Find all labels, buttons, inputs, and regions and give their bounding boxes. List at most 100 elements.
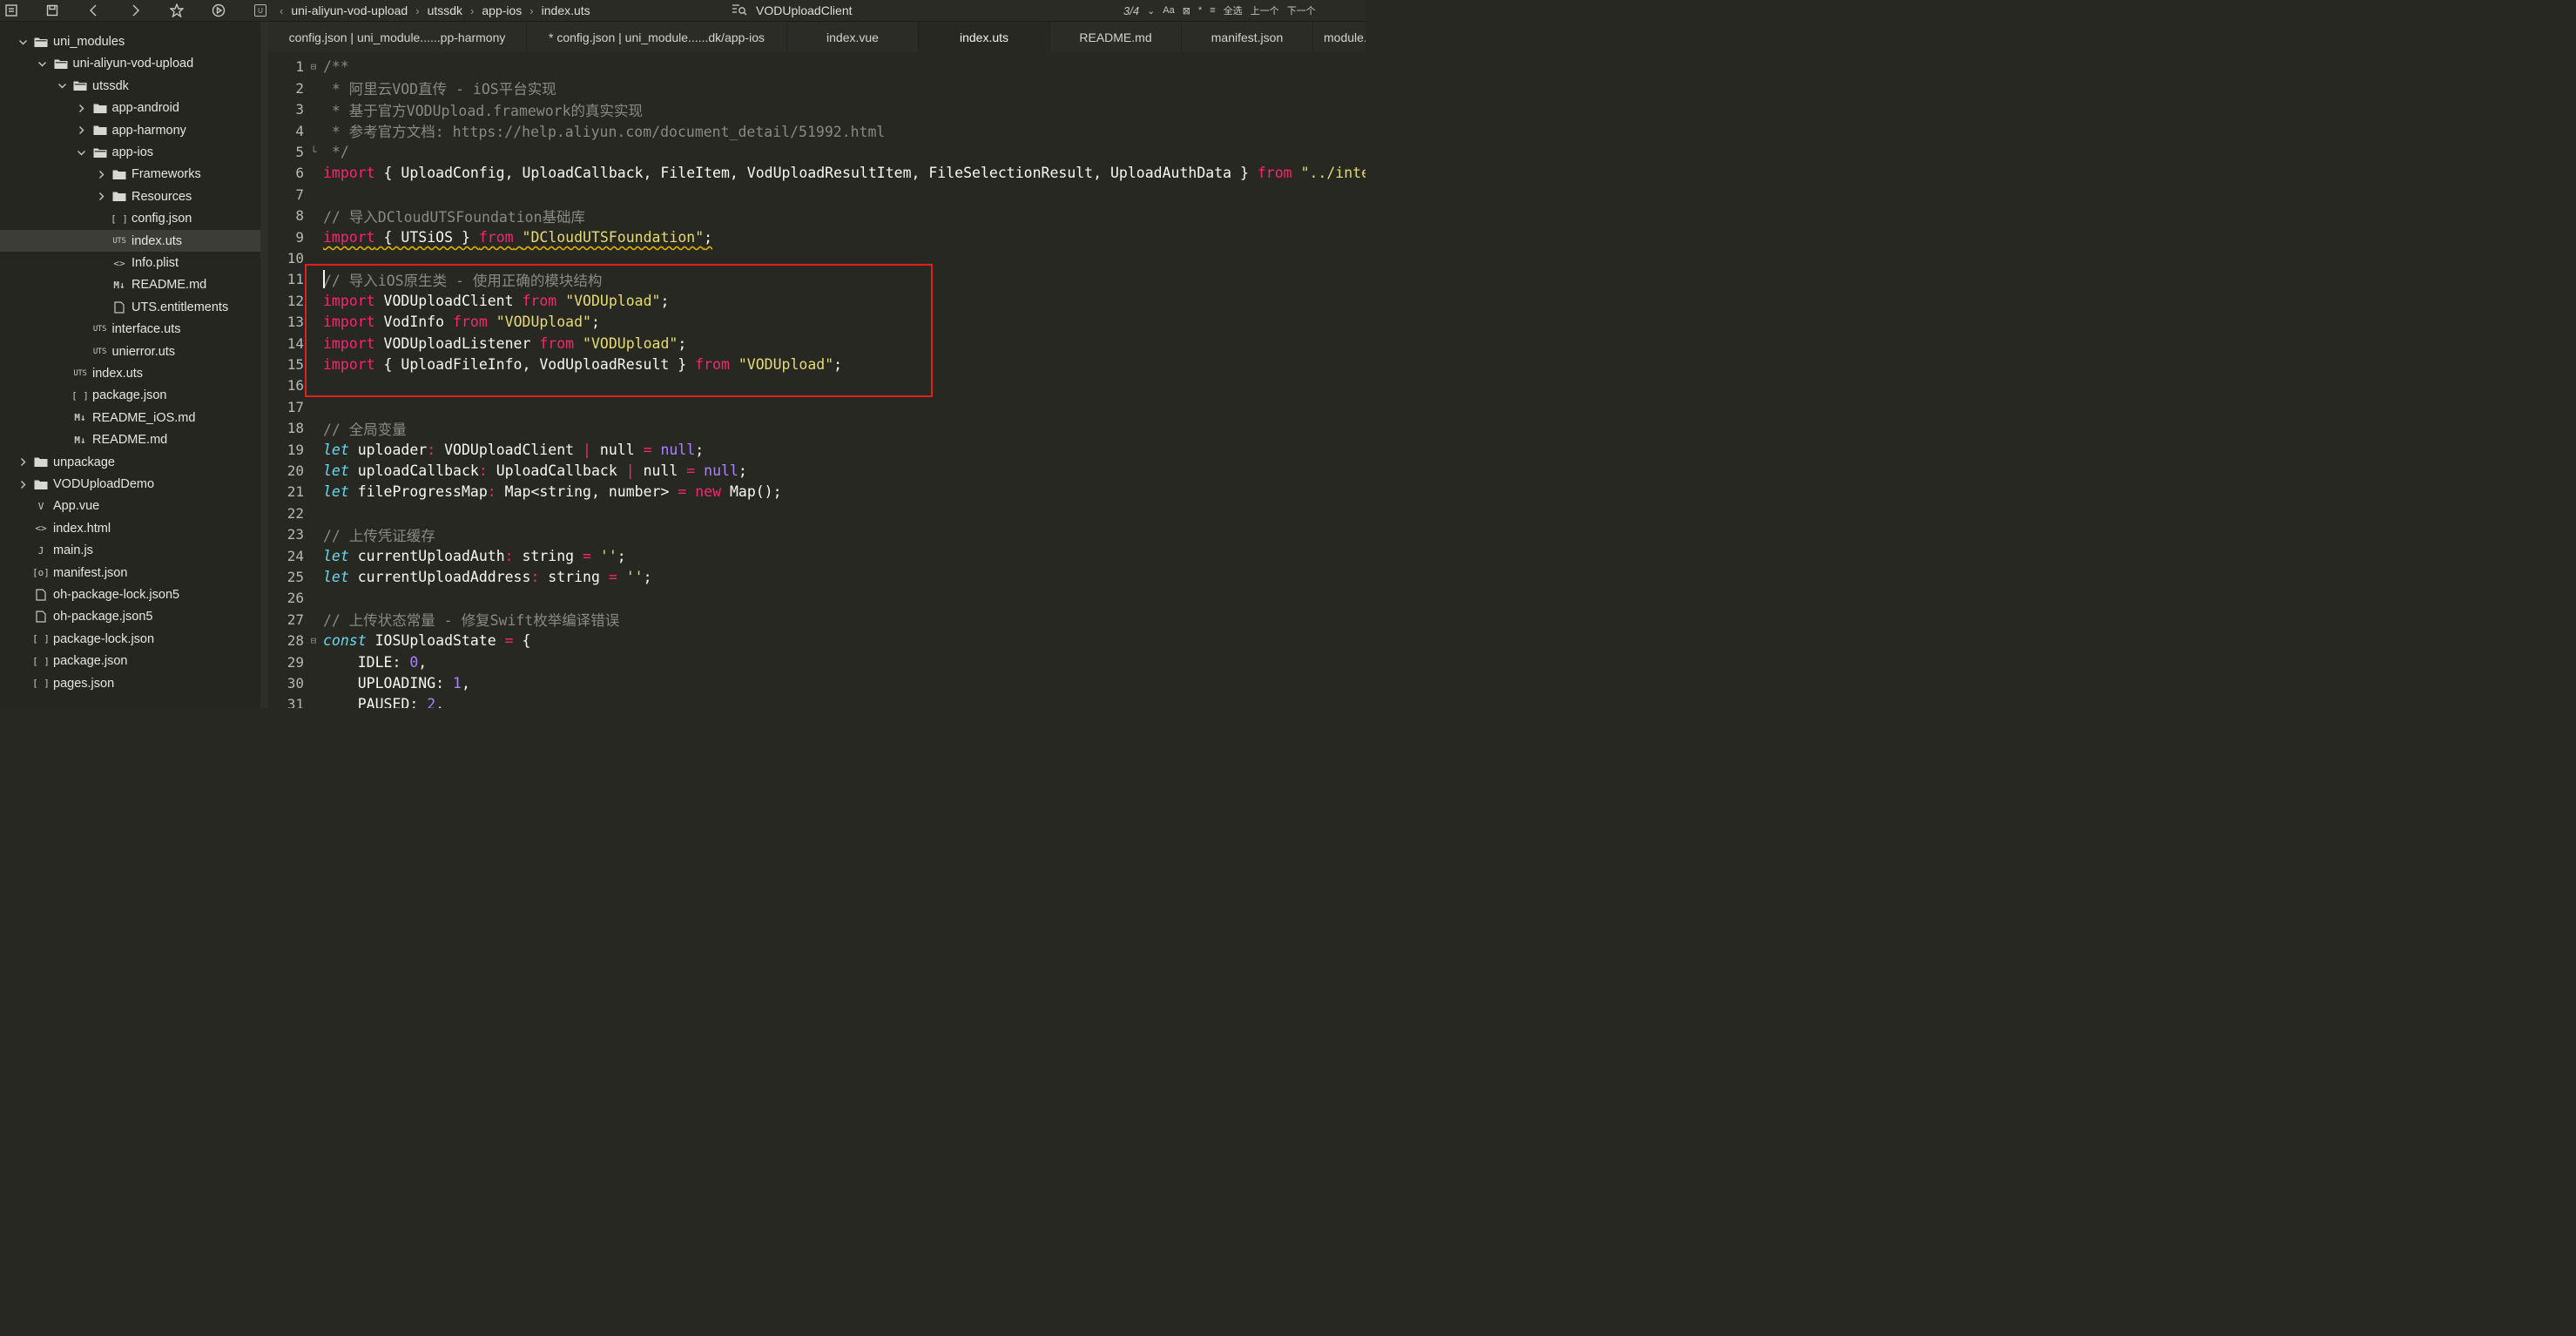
tree-folder[interactable]: app-harmony <box>0 119 260 141</box>
code-line[interactable]: 7 <box>268 184 1366 205</box>
code-line[interactable]: 22 <box>268 503 1366 523</box>
tree-file[interactable]: <> index.html <box>0 517 260 539</box>
chevron-right-icon[interactable] <box>77 103 87 113</box>
code-line[interactable]: 9 import { UTSiOS } from "DCloudUTSFounda… <box>268 226 1366 247</box>
code-line[interactable]: 20 let uploadCallback: UploadCallback | n… <box>268 460 1366 481</box>
code-line[interactable]: 1 ⊟/** <box>268 57 1366 78</box>
chevron-right-icon[interactable] <box>17 457 28 468</box>
tree-file[interactable]: oh-package.json5 <box>0 606 260 628</box>
code-line[interactable]: 27 // 上传状态常量 - 修复Swift枚举编译错误 <box>268 609 1366 630</box>
code-line[interactable]: 8 // 导入DCloudUTSFoundation基础库 <box>268 206 1366 226</box>
regex-icon[interactable]: * <box>1198 5 1202 16</box>
tree-file[interactable]: UTS interface.uts <box>0 319 260 341</box>
sidebar-splitter[interactable] <box>260 22 268 708</box>
fold-icon[interactable]: └ <box>304 146 323 158</box>
tree-file[interactable]: UTS unierror.uts <box>0 341 260 362</box>
code-line[interactable]: 21 let fileProgressMap: Map<string, numbe… <box>268 482 1366 503</box>
code-line[interactable]: 6 import { UploadConfig, UploadCallback, … <box>268 163 1366 184</box>
editor-tab[interactable]: README.md <box>1050 22 1182 52</box>
chevron-down-icon[interactable] <box>57 81 67 91</box>
next-match-button[interactable]: 下一个 <box>1287 3 1316 17</box>
chevron-right-icon[interactable] <box>17 479 28 489</box>
fold-icon[interactable]: ⊟ <box>304 61 323 72</box>
search-symbol[interactable]: VODUploadClient <box>732 0 853 21</box>
tree-file[interactable]: [ ] package.json <box>0 385 260 407</box>
previous-match-button[interactable]: 上一个 <box>1251 3 1279 17</box>
code-line[interactable]: 24 let currentUploadAuth: string = ''; <box>268 545 1366 566</box>
chevron-right-icon[interactable] <box>77 125 87 136</box>
code-line[interactable]: 19 let uploader: VODUploadClient | null =… <box>268 439 1366 460</box>
code-line[interactable]: 31 PAUSED: 2, <box>268 694 1366 708</box>
code-line[interactable]: 16 <box>268 375 1366 396</box>
editor-tab[interactable]: config.json | uni_module......pp-harmony <box>268 22 527 52</box>
editor-tab[interactable]: module.m <box>1313 22 1366 52</box>
tree-folder[interactable]: unpackage <box>0 451 260 473</box>
editor-tab[interactable]: index.uts <box>919 22 1050 52</box>
code-line[interactable]: 3 * 基于官方VODUpload.framework的真实实现 <box>268 99 1366 120</box>
code-line[interactable]: 29 IDLE: 0, <box>268 651 1366 672</box>
code-line[interactable]: 2 * 阿里云VOD直传 - iOS平台实现 <box>268 78 1366 98</box>
chevron-down-icon[interactable] <box>37 58 48 69</box>
forward-arrow-icon[interactable] <box>125 2 145 19</box>
code-line[interactable]: 10 <box>268 247 1366 268</box>
code-line[interactable]: 18 // 全局变量 <box>268 418 1366 439</box>
case-sensitive-toggle[interactable]: Aa <box>1163 5 1174 16</box>
tree-file[interactable]: [ ] config.json <box>0 208 260 230</box>
tree-file[interactable]: UTS index.uts <box>0 363 260 385</box>
chevron-right-icon[interactable] <box>96 169 106 179</box>
code-line[interactable]: 26 <box>268 588 1366 609</box>
code-line[interactable]: 11 // 导入iOS原生类 - 使用正确的模块结构 <box>268 269 1366 290</box>
tree-file[interactable]: [ ] pages.json <box>0 672 260 694</box>
code-line[interactable]: 5 └ */ <box>268 141 1366 162</box>
tree-folder[interactable]: utssdk <box>0 75 260 97</box>
tree-file[interactable]: [ ] package-lock.json <box>0 628 260 650</box>
code-line[interactable]: 4 * 参考官方文档: https://help.aliyun.com/docu… <box>268 120 1366 141</box>
breadcrumb-item[interactable]: utssdk <box>428 3 462 17</box>
code-line[interactable]: 13 import VodInfo from "VODUpload"; <box>268 312 1366 333</box>
breadcrumb-item[interactable]: uni-aliyun-vod-upload <box>291 3 408 17</box>
whole-word-icon[interactable]: ⊠ <box>1183 5 1190 17</box>
tree-file[interactable]: M↓ README_iOS.md <box>0 407 260 428</box>
run-icon[interactable] <box>209 2 228 19</box>
tree-file[interactable]: Jmain.js <box>0 540 260 562</box>
chevron-down-icon[interactable] <box>77 147 87 158</box>
code-editor[interactable]: 1 ⊟/** 2 * 阿里云VOD直传 - iOS平台实现 3 * 基于官方VODUp… <box>268 52 1366 708</box>
code-line[interactable]: 12 import VODUploadClient from "VODUpload… <box>268 290 1366 311</box>
tree-file[interactable]: <> Info.plist <box>0 253 260 274</box>
tree-file[interactable]: oh-package-lock.json5 <box>0 584 260 606</box>
tree-folder[interactable]: VODUploadDemo <box>0 474 260 496</box>
select-all-button[interactable]: 全选 <box>1224 3 1243 17</box>
tree-file[interactable]: UTS index.uts <box>0 230 260 253</box>
breadcrumb-item[interactable]: app-ios <box>482 3 522 17</box>
tree-folder[interactable]: uni-aliyun-vod-upload <box>0 53 260 75</box>
fold-icon[interactable]: ⊟ <box>304 635 323 646</box>
editor-tab[interactable]: manifest.json <box>1182 22 1313 52</box>
chevron-right-icon[interactable] <box>96 192 106 202</box>
file-tree-toggle-icon[interactable] <box>2 2 21 19</box>
code-line[interactable]: 15 import { UploadFileInfo, VodUploadResu… <box>268 354 1366 374</box>
align-icon[interactable]: ≡ <box>1210 5 1215 16</box>
code-line[interactable]: 23 // 上传凭证缓存 <box>268 524 1366 545</box>
back-arrow-icon[interactable] <box>84 2 104 19</box>
tree-file[interactable]: [ ] package.json <box>0 651 260 672</box>
tree-folder[interactable]: uni_modules <box>0 31 260 53</box>
star-icon[interactable] <box>167 2 186 19</box>
chevron-down-icon[interactable] <box>17 37 28 47</box>
code-line[interactable]: 28 ⊟ const IOSUploadState = { <box>268 631 1366 651</box>
tree-folder[interactable]: Resources <box>0 186 260 207</box>
code-line[interactable]: 25 let currentUploadAddress: string = ''; <box>268 566 1366 587</box>
breadcrumb-item[interactable]: index.uts <box>542 3 590 17</box>
editor-tab[interactable]: * config.json | uni_module......dk/app-i… <box>527 22 787 52</box>
chevron-down-icon[interactable]: ⌄ <box>1147 5 1155 17</box>
tree-folder[interactable]: Frameworks <box>0 164 260 186</box>
code-line[interactable]: 17 <box>268 396 1366 417</box>
code-line[interactable]: 30 UPLOADING: 1, <box>268 672 1366 693</box>
tree-file[interactable]: [o] manifest.json <box>0 562 260 584</box>
tree-file[interactable]: M↓ README.md <box>0 274 260 296</box>
code-line[interactable]: 14 import VODUploadListener from "VODUplo… <box>268 333 1366 354</box>
tree-file[interactable]: UTS.entitlements <box>0 296 260 318</box>
tree-folder[interactable]: app-android <box>0 98 260 119</box>
tree-file[interactable]: V App.vue <box>0 496 260 517</box>
editor-tab[interactable]: index.vue <box>787 22 919 52</box>
tree-folder[interactable]: app-ios <box>0 142 260 164</box>
